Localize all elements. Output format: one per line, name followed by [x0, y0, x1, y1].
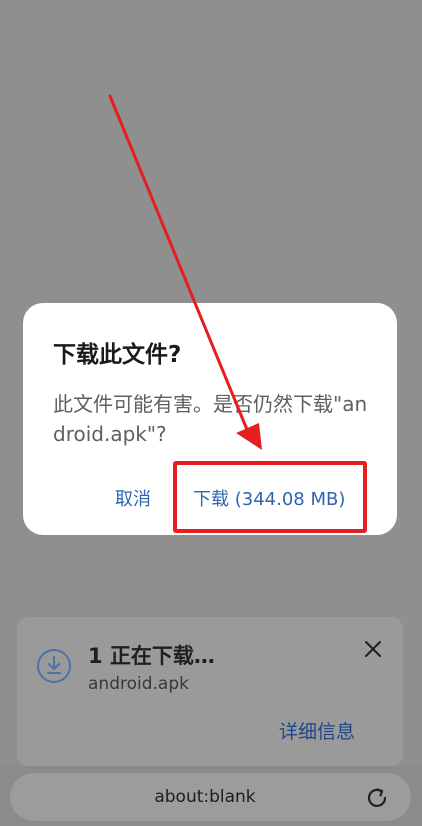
download-filename: android.apk: [88, 674, 189, 694]
annotation-highlight-box: [173, 461, 367, 533]
close-icon[interactable]: [363, 639, 383, 659]
url-text: about:blank: [154, 787, 256, 807]
cancel-button[interactable]: 取消: [115, 485, 151, 511]
bottom-toolbar: about:blank: [0, 766, 422, 826]
address-bar[interactable]: about:blank: [10, 773, 411, 821]
download-status: 1 正在下载…: [88, 644, 215, 668]
reload-icon[interactable]: [364, 785, 390, 811]
download-icon: [37, 649, 71, 683]
details-link[interactable]: 详细信息: [279, 717, 355, 744]
dialog-title: 下载此文件?: [53, 342, 182, 368]
download-notification-card: 1 正在下载… android.apk 详细信息: [17, 617, 403, 767]
dialog-message: 此文件可能有害。是否仍然下载"android.apk"?: [53, 392, 368, 446]
